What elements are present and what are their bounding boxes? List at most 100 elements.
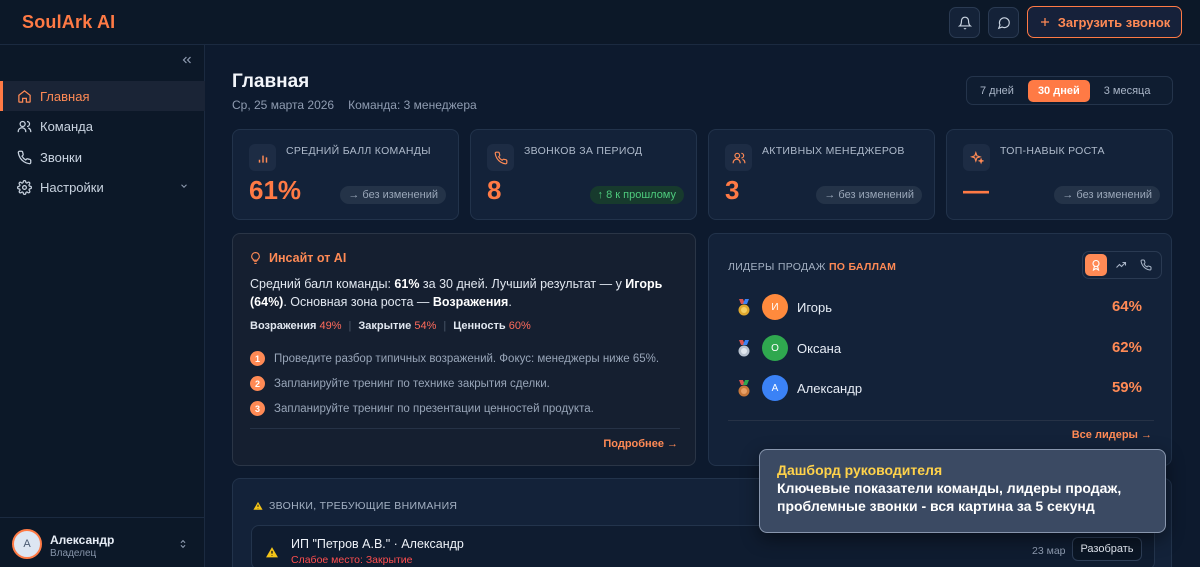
- stat-label: ТОП-НАВЫК РОСТА: [1000, 145, 1105, 157]
- more-link[interactable]: Подробнее →: [603, 438, 678, 450]
- insight-step: 3 Запланируйте тренинг по презентации це…: [250, 401, 594, 416]
- gold-medal-icon: [738, 299, 750, 316]
- insight-skills: Возражения 49% | Закрытие 54% | Ценность 60%: [250, 320, 531, 332]
- top-bar: SoulArk AI Загрузить звонок: [0, 0, 1200, 45]
- insight-step: 2 Запланируйте тренинг по технике закрыт…: [250, 376, 550, 391]
- stat-delta: → без изменений: [340, 186, 446, 204]
- bronze-medal-icon: [738, 380, 750, 397]
- sidebar-item-settings[interactable]: Настройки: [0, 172, 205, 202]
- insight-step: 1 Проведите разбор типичных возражений. …: [250, 351, 659, 366]
- leader-row[interactable]: О Оксана 62%: [736, 335, 1156, 363]
- sidebar-item-calls[interactable]: Звонки: [0, 142, 205, 172]
- stat-value: —: [963, 175, 989, 205]
- bar-chart-icon: [249, 144, 276, 171]
- stat-value: 3: [725, 175, 740, 205]
- stat-value: 61%: [249, 175, 302, 205]
- divider: [728, 420, 1154, 421]
- call-date: 23 мар: [1032, 545, 1066, 557]
- skill-name: Возражения: [250, 320, 317, 332]
- step-number: 1: [250, 351, 265, 366]
- phone-icon: [1140, 259, 1152, 271]
- sidebar-item-team[interactable]: Команда: [0, 111, 205, 141]
- step-text: Запланируйте тренинг по технике закрытия…: [274, 377, 550, 390]
- silver-medal-icon: [738, 340, 750, 357]
- stat-delta: → без изменений: [1054, 186, 1160, 204]
- user-role: Владелец: [50, 548, 97, 559]
- leader-score: 62%: [1111, 339, 1142, 356]
- leader-score: 64%: [1111, 298, 1142, 315]
- app-logo[interactable]: SoulArk AI: [22, 12, 115, 33]
- page-title: Главная: [232, 71, 310, 92]
- period-selector: 7 дней 30 дней 3 месяца: [966, 76, 1173, 105]
- stat-delta: ↑ 8 к прошлому: [589, 186, 684, 204]
- tab-trend[interactable]: [1110, 254, 1132, 276]
- step-number: 2: [250, 376, 265, 391]
- upload-call-button[interactable]: Загрузить звонок: [1027, 6, 1182, 38]
- leaders-heading: ЛИДЕРЫ ПРОДАЖ ПО БАЛЛАМ: [728, 261, 897, 273]
- attention-heading: ЗВОНКИ, ТРЕБУЮЩИЕ ВНИМАНИЯ: [253, 500, 457, 512]
- stat-label: АКТИВНЫХ МЕНЕДЖЕРОВ: [762, 145, 905, 157]
- avatar: О: [762, 335, 788, 361]
- insight-title: Инсайт от AI: [269, 251, 347, 265]
- period-7-days[interactable]: 7 дней: [970, 80, 1024, 102]
- chat-icon: [997, 16, 1010, 29]
- bell-icon: [957, 16, 972, 29]
- divider: [250, 428, 680, 429]
- period-3-months[interactable]: 3 месяца: [1094, 80, 1161, 102]
- ai-insight-card: Инсайт от AI Средний балл команды: 61% з…: [232, 233, 696, 466]
- tab-calls[interactable]: [1135, 254, 1157, 276]
- current-date: Ср, 25 марта 2026: [232, 98, 335, 112]
- leader-name: Оксана: [797, 341, 842, 356]
- phone-icon: [487, 144, 514, 171]
- skill-pct: 49%: [319, 320, 342, 332]
- collapse-sidebar-icon[interactable]: [180, 53, 194, 67]
- skill-name: Ценность: [453, 320, 506, 332]
- medal-icon: [1092, 259, 1100, 271]
- avatar: А: [12, 529, 42, 559]
- stat-label: ЗВОНКОВ ЗА ПЕРИОД: [524, 145, 643, 157]
- leader-name: Александр: [797, 381, 863, 396]
- insight-text: Средний балл команды: 61% за 30 дней. Лу…: [250, 277, 663, 309]
- page-meta: Ср, 25 марта 2026 Команда: 3 менеджера: [232, 98, 477, 112]
- feature-tooltip: Дашборд руководителя Ключевые показатели…: [759, 449, 1166, 533]
- sidebar-item-home[interactable]: Главная: [0, 81, 205, 111]
- messages-button[interactable]: [988, 7, 1019, 38]
- period-30-days[interactable]: 30 дней: [1027, 79, 1090, 102]
- notifications-button[interactable]: [949, 7, 980, 38]
- skill-pct: 54%: [414, 320, 437, 332]
- all-leaders-link[interactable]: Все лидеры →: [1072, 429, 1152, 441]
- stat-card-calls: ЗВОНКОВ ЗА ПЕРИОД 8 ↑ 8 к прошлому: [470, 129, 697, 220]
- tab-score[interactable]: [1085, 254, 1107, 276]
- lightbulb-icon: [251, 252, 260, 264]
- call-title: ИП "Петров А.В." · Александр: [291, 537, 464, 551]
- expand-menu-icon[interactable]: [178, 538, 188, 550]
- user-profile[interactable]: А Александр Владелец: [0, 517, 205, 567]
- warning-icon: [253, 501, 263, 510]
- warning-icon: [266, 547, 278, 558]
- step-text: Проведите разбор типичных возражений. Фо…: [274, 352, 660, 365]
- users-icon: [725, 144, 752, 171]
- plus-icon: [1040, 18, 1049, 26]
- leader-row[interactable]: А Александр 59%: [736, 375, 1156, 403]
- avatar: А: [762, 375, 788, 401]
- leader-row[interactable]: И Игорь 64%: [736, 294, 1156, 322]
- sidebar-item-label: Главная: [40, 88, 90, 104]
- home-icon: [18, 89, 31, 103]
- step-number: 3: [250, 401, 265, 416]
- leader-score: 59%: [1111, 379, 1142, 396]
- stat-card-top-skill: ТОП-НАВЫК РОСТА — → без изменений: [946, 129, 1173, 220]
- user-name: Александр: [50, 533, 115, 547]
- sidebar-item-label: Настройки: [40, 179, 104, 195]
- skill-pct: 60%: [508, 320, 531, 332]
- chevron-down-icon: [181, 184, 187, 188]
- review-call-button[interactable]: Разобрать: [1072, 537, 1142, 561]
- sidebar-item-label: Команда: [40, 118, 93, 134]
- leaders-view-tabs: [1082, 251, 1162, 279]
- sparkle-icon: [963, 144, 990, 171]
- users-icon: [17, 120, 32, 132]
- step-text: Запланируйте тренинг по презентации ценн…: [274, 402, 594, 415]
- stat-label: СРЕДНИЙ БАЛЛ КОМАНДЫ: [286, 145, 431, 157]
- upload-call-label: Загрузить звонок: [1057, 14, 1171, 30]
- tooltip-title: Дашборд руководителя: [777, 462, 943, 478]
- phone-icon: [17, 150, 32, 164]
